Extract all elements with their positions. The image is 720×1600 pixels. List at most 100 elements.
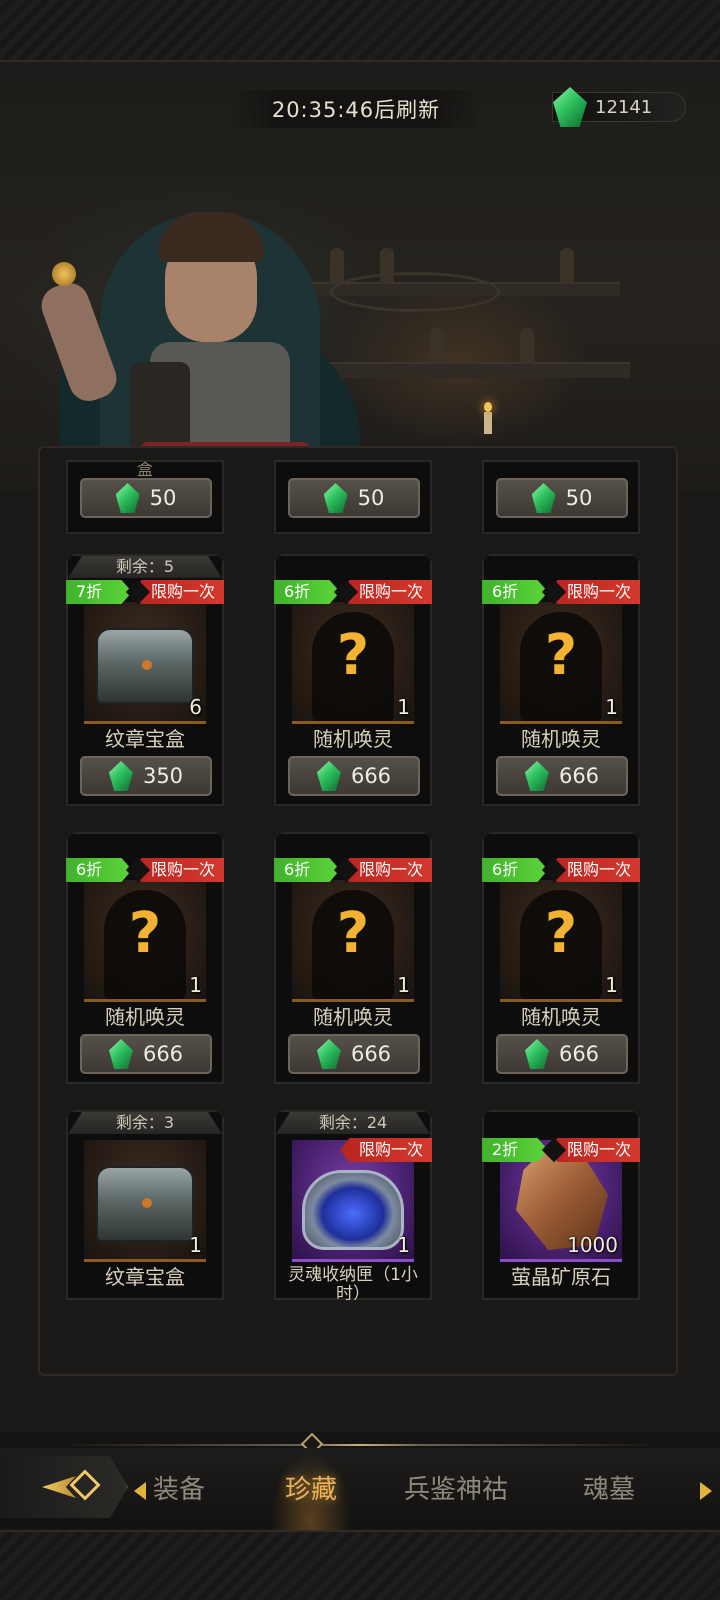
price-value: 50	[357, 486, 385, 510]
tab-soul-tomb[interactable]: 魂墓	[578, 1468, 640, 1512]
buy-button[interactable]: 666	[496, 756, 628, 796]
tab-collection[interactable]: 珍藏	[280, 1468, 342, 1512]
discount-tag: 7折	[62, 580, 132, 604]
candle	[484, 412, 492, 434]
green-crystal-icon	[115, 483, 140, 513]
price-value: 350	[142, 764, 184, 788]
item-quantity: 6	[189, 695, 202, 719]
green-crystal-icon	[531, 483, 556, 513]
refresh-timer: 20:35:46后刷新	[232, 90, 480, 128]
chest-lock	[142, 660, 152, 670]
item-name: 随机唤灵	[105, 1005, 185, 1029]
item-icon-frame[interactable]: 6	[84, 602, 206, 724]
buy-button[interactable]: 666	[288, 1034, 420, 1074]
item-icon-frame[interactable]: ? 1	[292, 602, 414, 724]
question-mark-icon: ?	[128, 901, 162, 966]
green-crystal-icon	[109, 761, 133, 791]
green-crystal-icon	[323, 483, 348, 513]
price-value: 50	[565, 486, 593, 510]
shop-item-card[interactable]: 剩余：3 1 纹章宝盒	[66, 1110, 224, 1300]
buy-button[interactable]: 666	[80, 1034, 212, 1074]
remaining-count: 剩余：5	[68, 556, 222, 578]
question-mark-icon: ?	[336, 901, 370, 966]
shop-item-card[interactable]: 盒 50	[66, 460, 224, 534]
bottle-decoration	[560, 248, 574, 284]
top-ornament-frame	[0, 0, 720, 62]
question-mark-icon: ?	[544, 623, 578, 688]
item-icon-frame[interactable]: ? 1	[292, 880, 414, 1002]
price-value: 666	[142, 1042, 184, 1066]
green-crystal-icon	[525, 1039, 549, 1069]
discount-tag: 6折	[62, 858, 132, 882]
currency-display[interactable]: 12141	[552, 87, 686, 127]
tab-equipment[interactable]: 装备	[148, 1468, 210, 1512]
item-quantity: 1	[397, 1233, 410, 1257]
back-diamond-icon	[69, 1469, 101, 1501]
price-value: 666	[350, 1042, 392, 1066]
item-name-partial: 盒	[136, 460, 153, 479]
shop-item-card[interactable]: 剩余：24 1 限购一次 灵魂收纳匣（1小时）	[274, 1110, 432, 1300]
price-value: 666	[558, 1042, 600, 1066]
green-crystal-icon	[525, 761, 549, 791]
price-value: 666	[558, 764, 600, 788]
item-name: 随机唤灵	[521, 1005, 601, 1029]
nav-divider	[60, 1444, 660, 1446]
shop-item-card[interactable]: 剩余：5 6 7折 限购一次 纹章宝盒 350	[66, 554, 224, 806]
buy-button[interactable]: 666	[496, 1034, 628, 1074]
item-quantity: 1	[605, 973, 618, 997]
item-icon-frame[interactable]: ? 1	[84, 880, 206, 1002]
item-icon-frame[interactable]: ? 1	[500, 880, 622, 1002]
shop-item-card[interactable]: 1000 2折 限购一次 萤晶矿原石	[482, 1110, 640, 1300]
shop-item-card[interactable]: ? 1 6折 限购一次 随机唤灵 666	[274, 554, 432, 806]
price-value: 50	[149, 486, 177, 510]
chest-icon	[96, 1166, 194, 1242]
remaining-count: 剩余：24	[276, 1112, 430, 1134]
soul-box-icon	[302, 1170, 404, 1250]
green-crystal-icon	[553, 87, 587, 127]
buy-button[interactable]: 350	[80, 756, 212, 796]
buy-button[interactable]: 50	[496, 478, 628, 518]
item-icon-frame[interactable]: ? 1	[500, 602, 622, 724]
green-crystal-icon	[109, 1039, 133, 1069]
price-value: 666	[350, 764, 392, 788]
shop-item-card[interactable]: 50	[274, 460, 432, 534]
item-quantity: 1	[189, 1233, 202, 1257]
item-name: 随机唤灵	[521, 727, 601, 751]
item-quantity: 1000	[567, 1233, 618, 1257]
question-mark-icon: ?	[336, 623, 370, 688]
shop-item-card[interactable]: ? 1 6折 限购一次 随机唤灵 666	[482, 832, 640, 1084]
bottom-ornament-frame	[0, 1530, 720, 1600]
discount-tag: 6折	[478, 858, 548, 882]
bottle-decoration	[330, 248, 344, 284]
item-name: 纹章宝盒	[105, 1265, 185, 1289]
item-icon-frame[interactable]: 1	[84, 1140, 206, 1262]
item-name: 萤晶矿原石	[511, 1265, 611, 1289]
shop-item-card[interactable]: ? 1 6折 限购一次 随机唤灵 666	[482, 554, 640, 806]
buy-button[interactable]: 666	[288, 756, 420, 796]
limit-tag: 限购一次	[340, 1138, 436, 1162]
discount-tag: 6折	[270, 580, 340, 604]
shop-item-card[interactable]: ? 1 6折 限购一次 随机唤灵 666	[274, 832, 432, 1084]
back-button[interactable]	[0, 1456, 128, 1518]
remaining-count: 剩余：3	[68, 1112, 222, 1134]
question-mark-icon: ?	[544, 901, 578, 966]
shop-item-card[interactable]: ? 1 6折 限购一次 随机唤灵 666	[66, 832, 224, 1084]
item-name: 纹章宝盒	[105, 727, 185, 751]
bottle-decoration	[520, 328, 534, 364]
discount-tag: 6折	[270, 858, 340, 882]
bottle-decoration	[430, 328, 444, 364]
item-quantity: 1	[189, 973, 202, 997]
item-quantity: 1	[397, 973, 410, 997]
discount-tag: 2折	[478, 1138, 548, 1162]
item-quantity: 1	[605, 695, 618, 719]
buy-button[interactable]: 50	[288, 478, 420, 518]
shop-item-card[interactable]: 50	[482, 460, 640, 534]
item-name: 随机唤灵	[313, 1005, 393, 1029]
green-crystal-icon	[317, 1039, 341, 1069]
chest-lock	[142, 1198, 152, 1208]
refresh-timer-text: 20:35:46后刷新	[271, 98, 441, 122]
buy-button[interactable]: 50	[80, 478, 212, 518]
tab-weapon-codex[interactable]: 兵鉴神祜	[398, 1468, 514, 1512]
shop-shelf	[290, 362, 630, 378]
gold-coin-icon	[52, 262, 76, 286]
